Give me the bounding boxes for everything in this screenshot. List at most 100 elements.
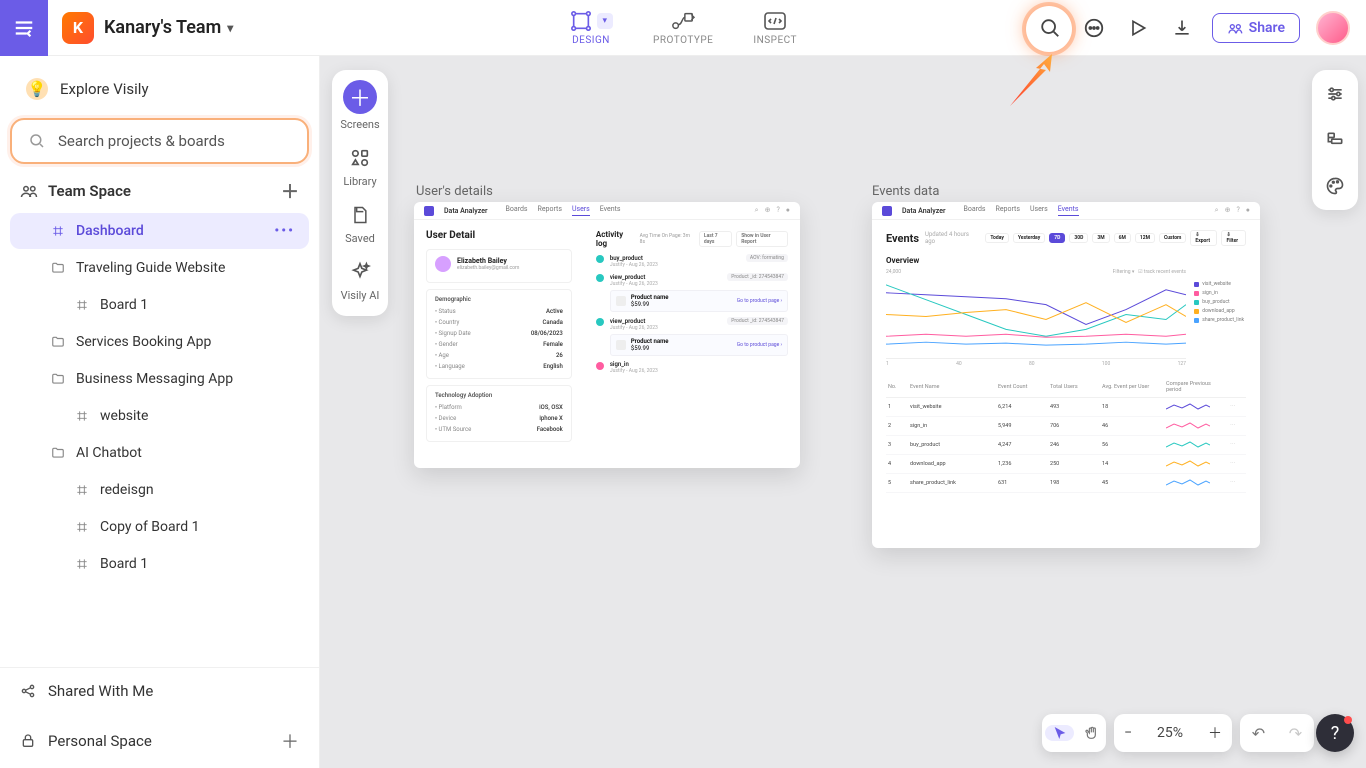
board-item[interactable]: Board 1 (10, 287, 309, 323)
lightbulb-icon: 💡 (26, 78, 48, 100)
comments-button[interactable] (1080, 14, 1108, 42)
design-dropdown-icon[interactable]: ▾ (597, 13, 613, 29)
item-label: Board 1 (100, 297, 148, 313)
board-item[interactable]: website (10, 398, 309, 434)
zoom-out-button[interactable]: − (1124, 725, 1132, 741)
share-button[interactable]: Share (1212, 13, 1300, 43)
project-folder[interactable]: Services Booking App (10, 324, 309, 360)
demo-title: Demographic (435, 296, 563, 303)
zoom-control: − 25% ＋ (1114, 714, 1232, 752)
board-item[interactable]: Dashboard ••• (10, 213, 309, 249)
mini-tab: Boards (506, 205, 528, 216)
item-label: website (100, 408, 148, 424)
canvas[interactable]: User's details Events data Data Analyzer… (320, 56, 1366, 768)
mini-header-2: Data Analyzer Boards Reports Users Event… (872, 202, 1260, 220)
folder-icon (50, 334, 66, 350)
item-label: Traveling Guide Website (76, 260, 225, 276)
add-personal-button[interactable]: ＋ (281, 728, 299, 754)
search-button[interactable] (1036, 14, 1064, 42)
activity-log-title: Activity log (596, 230, 634, 248)
board-icon (74, 297, 90, 313)
tab-design[interactable]: ▾ DESIGN (563, 5, 619, 50)
team-name-label: Kanary's Team (104, 17, 221, 38)
tab-prototype[interactable]: PROTOTYPE (647, 5, 719, 50)
header-tools: Share (1036, 11, 1366, 45)
hand-tool[interactable] (1077, 725, 1106, 741)
mini-tab: Reports (996, 205, 1020, 216)
explore-label: Explore Visily (60, 80, 149, 98)
item-label: Dashboard (76, 223, 144, 239)
tab-design-label: DESIGN (572, 35, 610, 46)
frame-label-2[interactable]: Events data (872, 184, 939, 199)
people-icon (20, 182, 38, 200)
mini-logo-icon (424, 206, 434, 216)
search-placeholder: Search projects & boards (58, 132, 225, 150)
zoom-value[interactable]: 25% (1157, 725, 1183, 741)
project-folder[interactable]: Traveling Guide Website (10, 250, 309, 286)
board-icon (50, 223, 66, 239)
team-logo: K (62, 12, 94, 44)
more-icon[interactable]: ••• (274, 223, 295, 239)
item-label: AI Chatbot (76, 445, 142, 461)
overview-chart: visit_websitesign_inbuy_productdownload_… (886, 275, 1186, 359)
mini-tab: Users (572, 205, 590, 216)
folder-icon (50, 260, 66, 276)
project-tree: Dashboard ••• Traveling Guide Website Board… (0, 212, 319, 667)
share-icon (1227, 20, 1243, 36)
overview-title: Overview (886, 256, 1246, 265)
tab-prototype-label: PROTOTYPE (653, 35, 713, 46)
cursor-mode-bar (1042, 714, 1106, 752)
shared-with-me[interactable]: Shared With Me (0, 668, 319, 714)
profile-avatar (435, 256, 451, 272)
frame-users-details[interactable]: Data Analyzer Boards Reports Users Event… (414, 202, 800, 468)
share-label: Share (1249, 20, 1285, 36)
events-title: Events (886, 232, 919, 245)
user-avatar[interactable] (1316, 11, 1350, 45)
mini-logo-icon (882, 206, 892, 216)
inspect-icon (763, 9, 787, 33)
board-item[interactable]: Copy of Board 1 (10, 509, 309, 545)
redo-button[interactable]: ↷ (1289, 724, 1302, 743)
help-button[interactable]: ? (1316, 714, 1354, 752)
lock-icon (20, 733, 36, 749)
chevron-down-icon: ▾ (227, 21, 233, 35)
profile-email: elizabeth.bailey@gmail.com (457, 265, 519, 271)
board-icon (74, 408, 90, 424)
filter-chip: Show in User Report (736, 231, 788, 247)
add-project-button[interactable]: ＋ (281, 178, 299, 204)
project-folder[interactable]: Business Messaging App (10, 361, 309, 397)
design-icon (569, 9, 593, 33)
board-item[interactable]: Board 1 (10, 546, 309, 582)
events-subtitle: Updated 4 hours ago (925, 231, 979, 245)
personal-space[interactable]: Personal Space ＋ (0, 714, 319, 768)
team-switcher[interactable]: Kanary's Team ▾ (104, 17, 233, 38)
filter-chip: Last 7 days (699, 231, 732, 247)
zoom-in-button[interactable]: ＋ (1208, 723, 1222, 743)
team-space-label: Team Space (48, 182, 131, 200)
mini-tab: Users (1030, 205, 1048, 216)
mini-tab: Events (1058, 205, 1079, 216)
item-label: redeisgn (100, 482, 154, 498)
activity-log-meta: Avg Time On Page: 3m 8s (640, 233, 693, 245)
board-item[interactable]: redeisgn (10, 472, 309, 508)
history-bar: ↶ ↷ (1240, 714, 1314, 752)
shared-label: Shared With Me (48, 682, 153, 700)
pointer-tool[interactable] (1045, 725, 1074, 741)
folder-icon (50, 445, 66, 461)
tab-inspect[interactable]: INSPECT (747, 5, 803, 50)
play-button[interactable] (1124, 14, 1152, 42)
project-folder[interactable]: AI Chatbot (10, 435, 309, 471)
item-label: Copy of Board 1 (100, 519, 199, 535)
frame-events-data[interactable]: Data Analyzer Boards Reports Users Event… (872, 202, 1260, 548)
search-icon (28, 132, 46, 150)
frame-label-1[interactable]: User's details (416, 184, 493, 199)
undo-button[interactable]: ↶ (1252, 724, 1265, 743)
download-button[interactable] (1168, 14, 1196, 42)
team-space-header[interactable]: Team Space ＋ (0, 164, 319, 212)
sidebar-search[interactable]: Search projects & boards (10, 118, 309, 164)
tech-title: Technology Adoption (435, 392, 563, 399)
app-header: K Kanary's Team ▾ ▾ DESIGN PROTOTYPE INS… (0, 0, 1366, 56)
hamburger-button[interactable] (0, 0, 48, 56)
explore-link[interactable]: 💡 Explore Visily (10, 66, 309, 112)
share-nodes-icon (20, 683, 36, 699)
